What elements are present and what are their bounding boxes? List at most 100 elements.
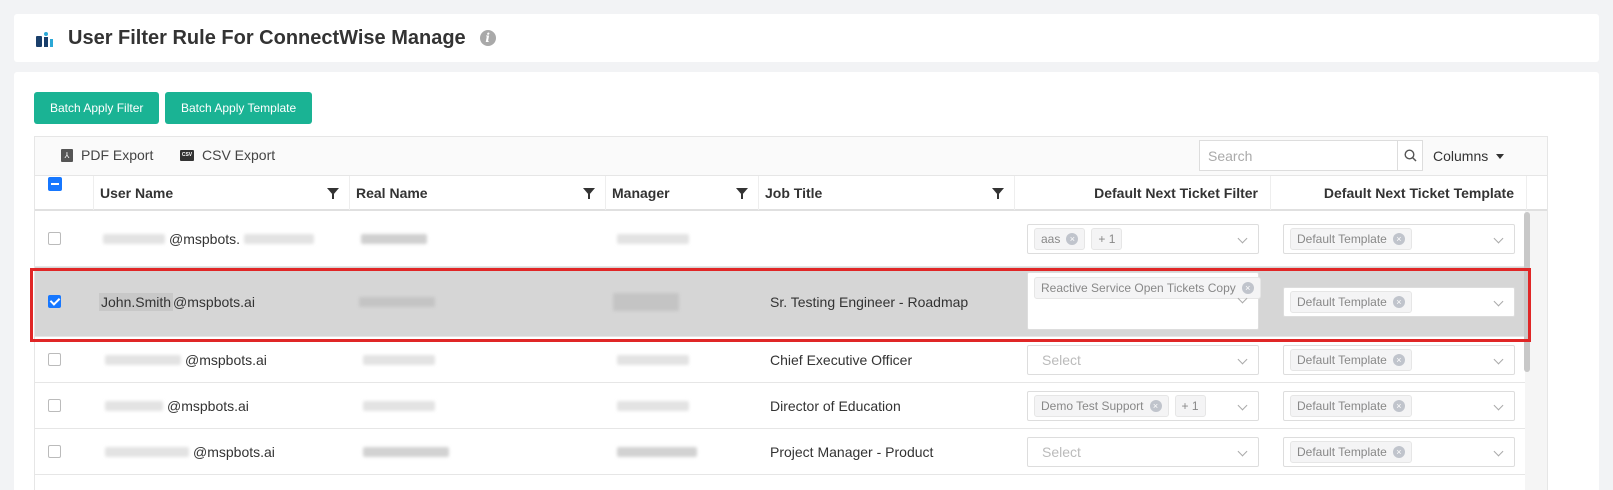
user-name-cell: @mspbots.ai <box>105 337 267 382</box>
job-title-cell: Chief Executive Officer <box>770 351 913 368</box>
manager-cell <box>613 267 679 336</box>
batch-apply-filter-button[interactable]: Batch Apply Filter <box>34 92 160 124</box>
column-real-name[interactable]: Real Name <box>350 176 606 210</box>
pdf-export-label: PDF Export <box>81 147 154 163</box>
search-button[interactable] <box>1397 141 1422 170</box>
user-email-domain: @mspbots. <box>169 230 241 247</box>
row-checkbox[interactable] <box>48 232 61 245</box>
batch-apply-template-button[interactable]: Batch Apply Template <box>165 92 313 124</box>
column-default-template-label: Default Next Ticket Template <box>1323 185 1514 201</box>
filter-icon[interactable] <box>736 188 748 199</box>
chevron-down-icon <box>1237 233 1248 244</box>
user-name-cell: @mspbots.ai <box>105 429 275 474</box>
redacted-text <box>361 233 427 244</box>
table-row[interactable]: @mspbots. aas × + 1 Default Template × <box>35 211 1525 267</box>
filter-icon[interactable] <box>583 188 595 199</box>
redacted-text <box>363 354 435 365</box>
table-row[interactable]: @mspbots.ai Project Manager - Product Se… <box>35 429 1525 475</box>
table-row[interactable]: @mspbots.ai Chief Executive Officer Sele… <box>35 337 1525 383</box>
chevron-down-icon <box>1237 400 1248 411</box>
template-tag: Default Template × <box>1290 395 1412 417</box>
chevron-down-icon <box>1237 354 1248 365</box>
column-default-filter[interactable]: Default Next Ticket Filter <box>1015 176 1271 210</box>
filter-select[interactable]: Select <box>1027 437 1259 467</box>
tag-close-icon[interactable]: × <box>1241 282 1254 294</box>
table-header: User Name Real Name Manager Job Title De… <box>35 175 1547 211</box>
job-title-cell: Sr. Testing Engineer - Roadmap <box>770 293 969 310</box>
row-checkbox[interactable] <box>48 399 61 412</box>
filter-icon[interactable] <box>992 188 1004 199</box>
template-tag: Default Template × <box>1290 349 1412 371</box>
more-tags-badge: + 1 <box>1091 228 1123 250</box>
template-tag-label: Default Template <box>1297 295 1387 309</box>
tag-close-icon[interactable]: × <box>1392 354 1405 366</box>
redacted-text <box>105 446 189 457</box>
template-tag: Default Template × <box>1290 441 1412 463</box>
real-name-cell <box>361 211 427 266</box>
filter-tag-label: Reactive Service Open Tickets Copy <box>1041 281 1236 295</box>
real-name-cell <box>363 337 435 382</box>
user-name-prefix: John.Smith <box>99 292 174 311</box>
column-default-template[interactable]: Default Next Ticket Template <box>1271 176 1527 210</box>
template-select[interactable]: Default Template × <box>1283 437 1515 467</box>
row-checkbox[interactable] <box>48 353 61 366</box>
filter-select[interactable]: aas × + 1 <box>1027 224 1259 254</box>
column-manager[interactable]: Manager <box>606 176 759 210</box>
redacted-text <box>105 354 181 365</box>
table-row[interactable]: @mspbots.ai Director of Education Demo T… <box>35 383 1525 429</box>
filter-select[interactable]: Select <box>1027 345 1259 375</box>
template-select[interactable]: Default Template × <box>1283 287 1515 317</box>
csv-export-button[interactable]: CSV CSV Export <box>180 147 275 163</box>
user-email-domain: @mspbots.ai <box>173 293 255 310</box>
select-all-checkbox[interactable] <box>48 177 62 191</box>
tag-close-icon[interactable]: × <box>1066 233 1079 245</box>
filter-select[interactable]: Reactive Service Open Tickets Copy × <box>1027 272 1261 330</box>
header-select-all <box>35 176 94 210</box>
search-icon <box>1403 149 1417 162</box>
template-select[interactable]: Default Template × <box>1283 224 1515 254</box>
user-email-domain: @mspbots.ai <box>193 443 275 460</box>
filter-icon[interactable] <box>327 188 339 199</box>
tag-close-icon[interactable]: × <box>1392 233 1405 245</box>
chevron-down-icon <box>1493 233 1504 244</box>
caret-down-icon <box>1496 153 1505 159</box>
table-scrollbar-thumb[interactable] <box>1524 212 1530 372</box>
redacted-text <box>103 233 165 244</box>
filter-tag-label: Demo Test Support <box>1041 399 1144 413</box>
page-title: User Filter Rule For ConnectWise Manage <box>68 26 466 49</box>
filter-tag: Reactive Service Open Tickets Copy × <box>1034 277 1261 299</box>
template-tag-label: Default Template <box>1297 353 1387 367</box>
filter-select[interactable]: Demo Test Support × + 1 <box>1027 391 1259 421</box>
search-box <box>1199 140 1423 171</box>
more-tags-badge: + 1 <box>1174 395 1206 417</box>
template-select[interactable]: Default Template × <box>1283 345 1515 375</box>
user-name-cell: John.Smith @mspbots.ai <box>99 267 255 336</box>
row-checkbox-checked[interactable] <box>48 295 61 308</box>
redacted-text <box>359 296 435 307</box>
template-select[interactable]: Default Template × <box>1283 391 1515 421</box>
job-title-cell: Project Manager - Product <box>770 443 934 460</box>
filter-tag: aas × <box>1034 228 1086 250</box>
column-user-name[interactable]: User Name <box>94 176 350 210</box>
columns-label: Columns <box>1433 148 1489 164</box>
column-default-filter-label: Default Next Ticket Filter <box>1094 185 1258 201</box>
page-header: User Filter Rule For ConnectWise Manage … <box>14 14 1599 62</box>
row-checkbox[interactable] <box>48 445 61 458</box>
manager-cell <box>617 211 689 266</box>
search-input[interactable] <box>1200 141 1397 170</box>
table-row[interactable]: John.Smith @mspbots.ai Sr. Testing Engine… <box>35 267 1525 337</box>
columns-dropdown[interactable]: Columns <box>1433 148 1505 164</box>
csv-export-label: CSV Export <box>202 147 276 163</box>
column-job-title[interactable]: Job Title <box>759 176 1015 210</box>
tag-close-icon[interactable]: × <box>1392 446 1405 458</box>
column-real-name-label: Real Name <box>356 185 428 201</box>
redacted-text <box>613 292 679 311</box>
redacted-text <box>105 400 163 411</box>
tag-close-icon[interactable]: × <box>1149 400 1162 412</box>
chevron-down-icon <box>1493 354 1504 365</box>
pdf-export-button[interactable]: ⅄ PDF Export <box>61 147 153 163</box>
tag-close-icon[interactable]: × <box>1392 400 1405 412</box>
info-icon[interactable]: i <box>479 30 496 46</box>
template-tag: Default Template × <box>1290 291 1412 313</box>
tag-close-icon[interactable]: × <box>1392 296 1405 308</box>
